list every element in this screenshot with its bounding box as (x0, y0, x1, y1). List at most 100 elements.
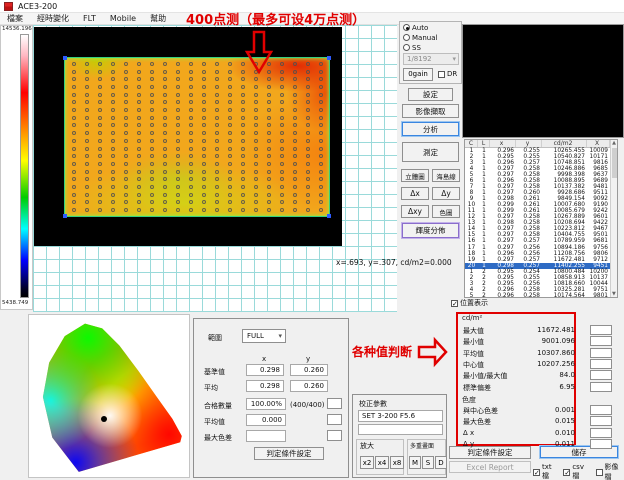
reference-y-field[interactable]: 0.260 (290, 364, 328, 376)
measurement-point (85, 177, 89, 181)
dr-checkbox[interactable] (438, 71, 445, 78)
selection-handle[interactable] (63, 56, 67, 60)
judge-condition-button[interactable]: 判定條件設定 (449, 446, 531, 459)
camera-preview (462, 24, 624, 138)
heatmap-measured-area[interactable] (64, 57, 330, 217)
measurement-point (202, 77, 206, 81)
measurement-point (319, 177, 323, 181)
measurement-point (137, 193, 141, 197)
measurement-point (124, 139, 128, 143)
multi-screen-d-button[interactable]: D (435, 456, 447, 469)
measurement-point (137, 85, 141, 89)
cie-diagram[interactable] (32, 319, 188, 475)
radio-icon[interactable] (403, 34, 410, 41)
measurement-point (163, 131, 167, 135)
file-type-option[interactable]: csv檔 (563, 462, 589, 480)
column-header[interactable]: x (490, 140, 516, 147)
selection-handle[interactable] (327, 214, 331, 218)
measurement-point (228, 177, 232, 181)
table-scrollbar[interactable]: ▲▼ (610, 140, 617, 297)
view3d-button[interactable]: 立體圖 (401, 169, 429, 182)
measurement-point (137, 116, 141, 120)
menu-item[interactable]: 經時變化 (30, 13, 76, 24)
ace3-200-window: ACE3-200 檔案經時變化FLTMobile幫助 14536.196 543… (0, 0, 624, 480)
judge-result-box[interactable] (590, 370, 612, 380)
heatmap-canvas[interactable] (34, 27, 342, 246)
column-header[interactable]: y (516, 140, 542, 147)
column-header[interactable]: C (465, 140, 478, 147)
measurement-point (85, 77, 89, 81)
capture-mode-option[interactable]: Auto (403, 23, 461, 32)
annotation-right-arrow-icon (417, 338, 449, 366)
checkbox-icon[interactable] (563, 469, 570, 476)
judge-box[interactable] (327, 414, 342, 425)
scroll-thumb[interactable] (612, 148, 617, 178)
reference-x-field[interactable]: 0.298 (246, 364, 284, 376)
measurement-point (293, 170, 297, 174)
average-x-field[interactable]: 0.298 (246, 380, 284, 392)
file-type-option[interactable]: txt檔 (533, 462, 557, 480)
file-type-option[interactable]: 影像檔 (596, 462, 624, 480)
zoom-x8-button[interactable]: x8 (390, 456, 404, 469)
excel-report-button[interactable]: Excel Report (449, 461, 531, 473)
column-header[interactable]: cd/m2 (542, 140, 587, 147)
delta-x-button[interactable]: Δx (401, 187, 429, 200)
colormap-button[interactable]: 色圖 (432, 205, 460, 218)
judge-condition-button-mid[interactable]: 判定條件設定 (254, 447, 324, 460)
judge-result-box[interactable] (590, 359, 612, 369)
gain-button[interactable]: 0gain (403, 68, 433, 81)
delta-xy-button[interactable]: Δxy (401, 205, 429, 218)
column-header[interactable]: L (478, 140, 490, 147)
measurement-point (124, 116, 128, 120)
judge-result-box[interactable] (590, 439, 612, 449)
zoom-x2-button[interactable]: x2 (360, 456, 374, 469)
settings-button[interactable]: 設定 (408, 88, 453, 101)
judge-result-box[interactable] (590, 416, 612, 426)
measurement-point (124, 100, 128, 104)
calibration-set-field[interactable]: SET 3-200 F5.6 (358, 410, 443, 422)
checkbox-icon[interactable] (596, 469, 603, 476)
analyze-button[interactable]: 分析 (402, 122, 459, 136)
selection-handle[interactable] (327, 56, 331, 60)
capture-mode-option[interactable]: Manual (403, 33, 461, 42)
mean-value-field[interactable]: 0.000 (246, 414, 286, 426)
judge-result-box[interactable] (590, 348, 612, 358)
checkbox-icon[interactable] (533, 469, 540, 476)
menu-item[interactable]: FLT (76, 14, 103, 23)
menu-item[interactable]: 檔案 (0, 13, 30, 24)
shutter-select[interactable]: 1/8192 (403, 53, 459, 65)
measure-button[interactable]: 測定 (402, 142, 459, 162)
selection-handle[interactable] (63, 214, 67, 218)
measurement-table[interactable]: CLxycd/m2X 110.2960.25510265.45510009210… (464, 139, 618, 298)
zoom-x4-button[interactable]: x4 (375, 456, 389, 469)
judge-result-box[interactable] (590, 325, 612, 335)
judge-result-box[interactable] (590, 382, 612, 392)
menu-item[interactable]: Mobile (103, 14, 143, 23)
delta-y-button[interactable]: Δy (432, 187, 460, 200)
multi-screen-s-button[interactable]: S (422, 456, 434, 469)
table-body[interactable]: 110.2960.25510265.45510009210.2950.25510… (465, 148, 617, 299)
capture-mode-option[interactable]: SS (403, 43, 461, 52)
judge-result-box[interactable] (590, 428, 612, 438)
max-color-diff-field[interactable] (246, 430, 286, 442)
measurement-point (215, 108, 219, 112)
multi-screen-m-button[interactable]: M (409, 456, 421, 469)
menu-item[interactable]: 幫助 (143, 13, 173, 24)
luminance-analysis-button[interactable]: 輝度分佈 (402, 223, 459, 238)
column-header[interactable]: X (587, 140, 610, 147)
range-select[interactable]: FULL (242, 329, 286, 343)
measurement-point (241, 185, 245, 189)
position-display-checkbox[interactable] (451, 300, 458, 307)
radio-icon[interactable] (403, 44, 410, 51)
judge-result-box[interactable] (590, 336, 612, 346)
judge-box[interactable] (327, 430, 342, 441)
radio-icon[interactable] (403, 24, 410, 31)
measurement-point (98, 123, 102, 127)
judge-box[interactable] (327, 398, 342, 409)
judge-result-box[interactable] (590, 405, 612, 415)
contour-button[interactable]: 海島線 (432, 169, 460, 182)
image-capture-button[interactable]: 影像擷取 (402, 104, 459, 118)
calibration-empty-field[interactable] (358, 424, 443, 435)
average-y-field[interactable]: 0.260 (290, 380, 328, 392)
measurement-point (254, 162, 258, 166)
